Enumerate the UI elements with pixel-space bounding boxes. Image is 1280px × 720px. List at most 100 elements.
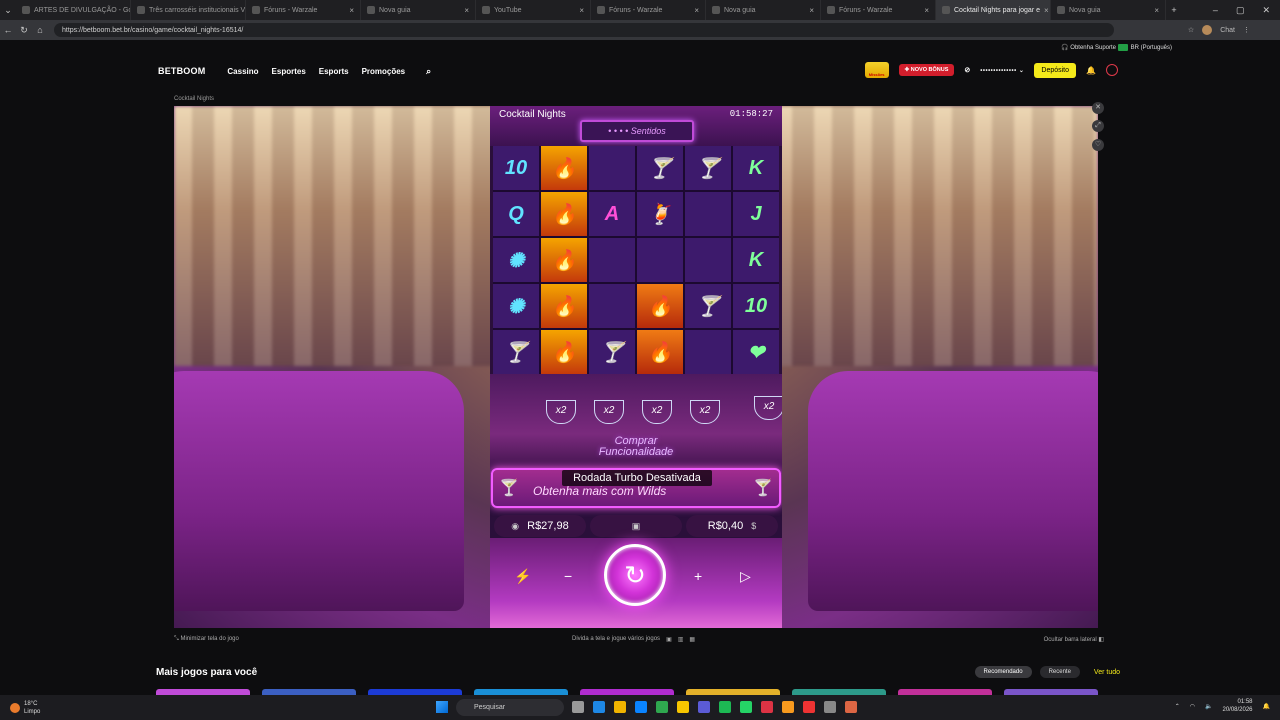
tab-close-icon[interactable]: ×: [464, 6, 469, 15]
weather-widget[interactable]: 18°C Limpo: [10, 700, 40, 716]
more-games-filters: Recomendado Recente Ver tudo: [974, 666, 1120, 678]
missions-button[interactable]: Missões: [864, 62, 889, 78]
taskbar-app-icon[interactable]: [593, 701, 605, 713]
home-icon[interactable]: ⌂: [32, 25, 48, 35]
browser-tab[interactable]: Três carrosséis institucionais Ve×: [131, 0, 246, 20]
minimize-window-button[interactable]: –: [1213, 5, 1218, 16]
tab-close-icon[interactable]: ×: [1044, 6, 1049, 15]
browser-tab[interactable]: Nova guia ×: [361, 0, 476, 20]
see-all-link[interactable]: Ver tudo: [1094, 669, 1120, 676]
split-screen-label: Divida a tela e jogue vários jogos: [572, 636, 661, 642]
taskbar-app-icon[interactable]: [614, 701, 626, 713]
balance-display[interactable]: •••••••••••••• ⌄: [980, 67, 1024, 74]
bell-icon[interactable]: 🔔: [1086, 66, 1096, 75]
more-games-title: Mais jogos para você: [156, 667, 258, 678]
two-view-icon[interactable]: ▥: [678, 636, 684, 643]
taskbar-app-icon[interactable]: [740, 701, 752, 713]
browser-tab[interactable]: Nova guia ×: [706, 0, 821, 20]
back-icon[interactable]: ←: [0, 25, 16, 35]
browser-tab[interactable]: Fóruns - Warzale ×: [591, 0, 706, 20]
taskbar-app-icon[interactable]: [677, 701, 689, 713]
maximize-window-button[interactable]: ▢: [1236, 5, 1245, 16]
close-game-icon[interactable]: ✕: [1092, 102, 1104, 114]
system-tray: ⌃ ◠ 🔈 01:58 20/08/2026 🔔: [1175, 698, 1270, 714]
nav-esportes[interactable]: Esportes: [272, 67, 306, 76]
fullscreen-icon[interactable]: ⤢: [1092, 120, 1104, 132]
new-tab-button[interactable]: +: [1166, 5, 1182, 15]
taskbar-app-icon[interactable]: [698, 701, 710, 713]
filter-recent[interactable]: Recente: [1039, 666, 1080, 678]
nav-esports[interactable]: Esports: [319, 67, 349, 76]
menu-icon[interactable]: ⋮: [1243, 26, 1250, 34]
single-view-icon[interactable]: ▣: [666, 636, 672, 643]
support-link[interactable]: 🎧 Obtenha Suporte: [1061, 44, 1116, 51]
bookmark-star-icon[interactable]: ☆: [1188, 26, 1194, 34]
betboom-logo[interactable]: BETBOOM: [158, 66, 205, 76]
taskbar-app-icon[interactable]: [803, 701, 815, 713]
taskbar-app-icon[interactable]: [656, 701, 668, 713]
wifi-icon[interactable]: ◠: [1190, 703, 1195, 710]
profile-avatar[interactable]: [1202, 25, 1213, 35]
browser-tab[interactable]: Nova guia ×: [1051, 0, 1166, 20]
hide-balance-icon[interactable]: ⊘: [964, 66, 970, 74]
windows-taskbar: 18°C Limpo Pesquisar ⌃ ◠ 🔈 01:58 20/08/2…: [0, 695, 1280, 720]
weather-icon: [10, 702, 20, 713]
tab-close-icon[interactable]: ×: [809, 6, 814, 15]
tab-close-icon[interactable]: ×: [1154, 6, 1159, 15]
url-field[interactable]: https://betboom.bet.br/casino/game/cockt…: [54, 23, 1114, 37]
nav-cassino[interactable]: Cassino: [227, 67, 258, 76]
reel-symbol: [685, 238, 731, 282]
tab-close-icon[interactable]: ×: [579, 6, 584, 15]
taskbar-app-icon[interactable]: [635, 701, 647, 713]
decrease-bet-button[interactable]: −: [564, 568, 572, 584]
minimize-game-button[interactable]: ⤡ Minimizar tela do jogo: [174, 636, 239, 643]
close-window-button[interactable]: ✕: [1262, 5, 1270, 16]
hide-sidebar-button[interactable]: Ocultar barra lateral ◧: [1044, 636, 1104, 643]
deposit-button[interactable]: Depósito: [1034, 62, 1077, 78]
tab-title: YouTube: [494, 6, 522, 14]
chat-button[interactable]: Chat: [1220, 27, 1235, 34]
tab-close-icon[interactable]: ×: [349, 6, 354, 15]
paytable-icon[interactable]: ▣: [632, 521, 641, 532]
taskbar-app-icon[interactable]: [782, 701, 794, 713]
tab-title: Nova guia: [379, 6, 411, 14]
tab-close-icon[interactable]: ×: [694, 6, 699, 15]
favorite-heart-icon[interactable]: ♡: [1092, 139, 1104, 151]
nav-promocoes[interactable]: Promoções: [362, 67, 406, 76]
taskbar-app-icon[interactable]: [845, 701, 857, 713]
paytable-box[interactable]: ▣: [590, 515, 682, 537]
browser-tab[interactable]: Fóruns - Warzale ×: [246, 0, 361, 20]
browser-tab[interactable]: Fóruns - Warzale ×: [821, 0, 936, 20]
turbo-off-icon[interactable]: ⚡: [514, 568, 531, 585]
browser-tab[interactable]: Cocktail Nights para jogar e ×: [936, 0, 1051, 20]
chevron-up-icon[interactable]: ⌃: [1175, 703, 1180, 710]
tab-search-icon[interactable]: ⌄: [0, 5, 16, 16]
browser-tab[interactable]: YouTube ×: [476, 0, 591, 20]
reload-icon[interactable]: ↻: [16, 25, 32, 36]
four-view-icon[interactable]: ▦: [689, 636, 695, 643]
notification-bell-icon[interactable]: 🔔: [1263, 703, 1270, 710]
new-bonus-button[interactable]: ✚ NOVO BÔNUS: [898, 64, 955, 76]
sofa-right-background: [808, 371, 1098, 611]
coin-icon: $: [751, 521, 757, 531]
taskbar-app-icon[interactable]: [761, 701, 773, 713]
taskbar-search[interactable]: Pesquisar: [456, 699, 564, 716]
increase-bet-button[interactable]: +: [694, 568, 702, 584]
browser-tab[interactable]: ARTES DE DIVULGAÇÃO - Google×: [16, 0, 131, 20]
reel-symbol: 🍸: [637, 146, 683, 190]
volume-icon[interactable]: 🔈: [1205, 703, 1212, 710]
filter-recommended[interactable]: Recomendado: [974, 666, 1032, 678]
language-selector[interactable]: BR (Português): [1117, 44, 1172, 51]
windows-start-icon[interactable]: [436, 701, 448, 713]
taskbar-app-icon[interactable]: [824, 701, 836, 713]
user-avatar[interactable]: [1106, 64, 1118, 76]
system-clock[interactable]: 01:58 20/08/2026: [1222, 698, 1252, 714]
reel-symbol: 🔥: [637, 284, 683, 328]
taskbar-app-icon[interactable]: [572, 701, 584, 713]
buy-feature-button[interactable]: Comprar Funcionalidade: [590, 436, 682, 458]
tab-close-icon[interactable]: ×: [924, 6, 929, 15]
search-icon[interactable]: ⌕: [426, 66, 431, 77]
autoplay-icon[interactable]: ▷: [740, 568, 751, 585]
taskbar-app-icon[interactable]: [719, 701, 731, 713]
spin-button[interactable]: ↻: [604, 544, 666, 606]
